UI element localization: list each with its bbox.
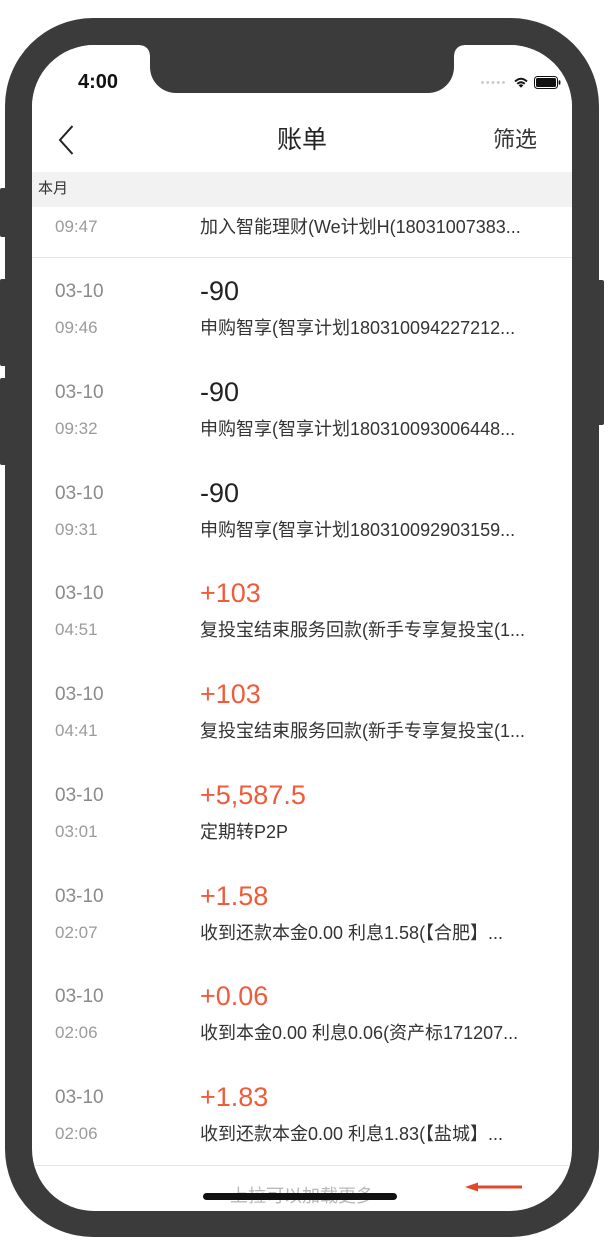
transaction-time: 02:06 — [55, 1124, 98, 1143]
transaction-date: 03-10 — [55, 281, 104, 302]
arrow-left-icon — [464, 1179, 524, 1195]
transaction-time: 03:01 — [55, 821, 98, 841]
phone-screen: 4:00 账单 筛选 本月 09:47 加入智能理财(We计划H(1803100… — [32, 45, 572, 1211]
phone-frame: 4:00 账单 筛选 本月 09:47 加入智能理财(We计划H(1803100… — [5, 18, 599, 1237]
transaction-amount: -90 — [200, 276, 240, 306]
page-title: 账单 — [276, 126, 327, 154]
transaction-row[interactable]: 03-10 +1.83 02:06 收到还款本金0.00 利息1.83(【盐城】… — [32, 1064, 572, 1165]
transaction-description: 收到还款本金0.00 利息1.58(【合肥】... — [200, 922, 504, 943]
transaction-description: 收到还款本金0.00 利息1.83(【盐城】... — [200, 1124, 504, 1144]
transaction-time: 09:46 — [55, 318, 98, 337]
transaction-amount: +0.06 — [200, 981, 269, 1012]
transaction-time: 02:06 — [55, 1023, 98, 1043]
notch — [140, 45, 464, 93]
transaction-date: 03-10 — [55, 1087, 104, 1108]
transaction-amount: +5,587.5 — [200, 779, 306, 810]
transaction-date: 03-10 — [55, 784, 104, 806]
transaction-description: 加入智能理财(We计划H(18031007383... — [200, 217, 521, 238]
transaction-description: 申购智享(智享计划180310094227212... — [200, 318, 516, 338]
transaction-time: 04:41 — [55, 721, 98, 740]
section-header: 本月 — [32, 172, 572, 207]
transaction-amount: +1.83 — [200, 1082, 269, 1112]
transaction-date: 03-10 — [55, 583, 104, 605]
status-time: 4:00 — [78, 71, 119, 93]
transaction-description: 申购智享(智享计划180310092903159... — [200, 519, 516, 540]
transaction-row[interactable]: 03-10 +5,587.5 03:01 定期转P2P — [32, 762, 572, 863]
transaction-date: 03-10 — [55, 986, 104, 1008]
transaction-row[interactable]: 03-10 +103 04:51 复投宝结束服务回款(新手专享复投宝(1... — [32, 560, 572, 661]
transaction-description: 定期转P2P — [200, 821, 289, 842]
transaction-date: 03-10 — [55, 885, 104, 907]
transaction-amount: -90 — [200, 477, 240, 508]
transaction-amount: +103 — [200, 578, 261, 609]
transaction-row[interactable]: 03-10 +0.06 02:06 收到本金0.00 利息0.06(资产标171… — [32, 963, 572, 1064]
section-title: 本月 — [38, 180, 69, 197]
signal-dots-icon — [480, 80, 506, 85]
transaction-amount: +103 — [200, 679, 261, 709]
transaction-amount: +1.58 — [200, 880, 269, 911]
transaction-time: 04:51 — [55, 620, 98, 640]
transaction-date: 03-10 — [55, 482, 104, 504]
transaction-row[interactable]: 03-10 -90 09:32 申购智享(智享计划180310093006448… — [32, 359, 572, 460]
transaction-date: 03-10 — [55, 381, 104, 403]
chevron-left-icon — [58, 125, 74, 155]
home-indicator[interactable] — [203, 1193, 397, 1200]
transaction-row[interactable]: 03-10 +1.58 02:07 收到还款本金0.00 利息1.58(【合肥】… — [32, 863, 572, 964]
transaction-description: 收到本金0.00 利息0.06(资产标171207... — [200, 1023, 519, 1044]
wifi-icon — [512, 75, 530, 89]
transaction-row[interactable]: 03-10 -90 09:31 申购智享(智享计划180310092903159… — [32, 460, 572, 561]
back-button[interactable] — [58, 125, 74, 155]
transaction-time: 02:07 — [55, 922, 98, 942]
transaction-list: 03-10 -90 09:46 申购智享(智享计划180310094227212… — [32, 258, 572, 1165]
transaction-row[interactable]: 03-10 -90 09:46 申购智享(智享计划180310094227212… — [32, 258, 572, 359]
filter-button[interactable]: 筛选 — [493, 126, 537, 154]
transaction-description: 复投宝结束服务回款(新手专享复投宝(1... — [200, 620, 526, 641]
transaction-time: 09:47 — [55, 217, 98, 237]
transaction-time: 09:32 — [55, 418, 98, 438]
transaction-description: 复投宝结束服务回款(新手专享复投宝(1... — [200, 721, 526, 741]
transaction-date: 03-10 — [55, 684, 104, 705]
transaction-description: 申购智享(智享计划180310093006448... — [200, 418, 516, 439]
transaction-time: 09:31 — [55, 519, 98, 539]
transaction-amount: -90 — [200, 376, 240, 407]
transaction-row[interactable]: 03-10 +103 04:41 复投宝结束服务回款(新手专享复投宝(1... — [32, 661, 572, 762]
battery-icon — [534, 76, 561, 89]
